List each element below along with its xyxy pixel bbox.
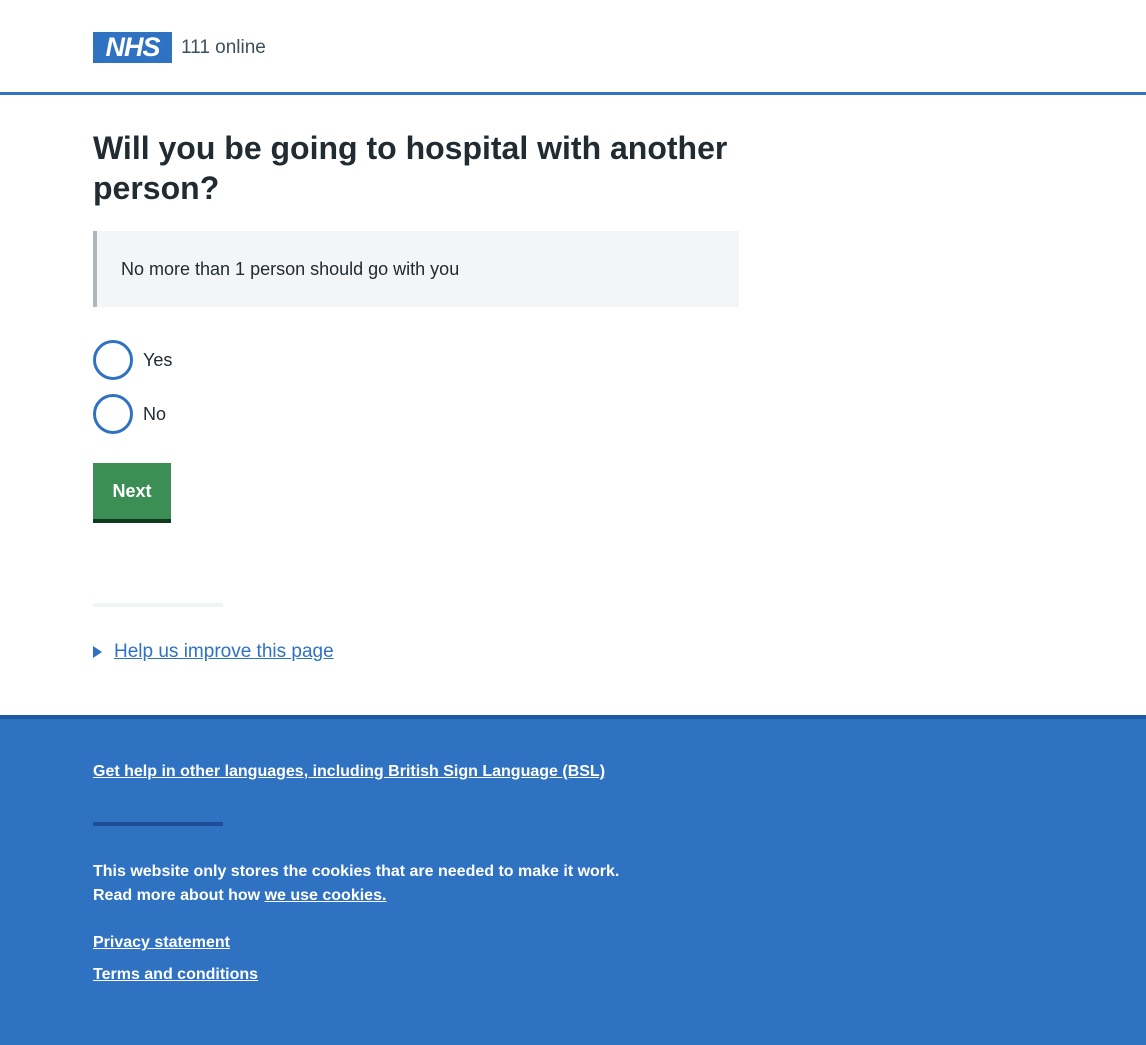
radio-option-no[interactable]: No — [93, 394, 166, 434]
terms-conditions-link[interactable]: Terms and conditions — [93, 966, 258, 984]
nhs-logo: NHS — [93, 32, 172, 63]
main-content: Will you be going to hospital with anoth… — [93, 128, 739, 208]
next-button[interactable]: Next — [93, 463, 171, 519]
radio-label-no[interactable]: No — [143, 404, 166, 425]
radio-option-yes[interactable]: Yes — [93, 340, 172, 380]
page-title: Will you be going to hospital with anoth… — [93, 130, 728, 206]
section-divider — [93, 603, 223, 607]
feedback-details[interactable]: Help us improve this page — [93, 641, 334, 663]
site-footer: Get help in other languages, including B… — [0, 715, 1146, 1045]
site-header: NHS 111 online — [0, 0, 1146, 95]
other-languages-link[interactable]: Get help in other languages, including B… — [93, 763, 605, 781]
cookie-notice-text: This website only stores the cookies tha… — [93, 863, 620, 880]
help-improve-link[interactable]: Help us improve this page — [114, 641, 334, 663]
privacy-statement-link[interactable]: Privacy statement — [93, 934, 230, 952]
cookie-notice-prefix: Read more about how — [93, 887, 265, 904]
radio-label-yes[interactable]: Yes — [143, 350, 172, 371]
inset-text-content: No more than 1 person should go with you — [121, 258, 460, 279]
inset-text: No more than 1 person should go with you — [93, 231, 739, 307]
cookies-link[interactable]: we use cookies. — [265, 887, 387, 904]
expand-triangle-icon[interactable] — [93, 646, 102, 658]
service-name: 111 online — [181, 36, 266, 58]
cookie-notice-line2: Read more about how we use cookies. — [93, 887, 386, 905]
radio-button-no[interactable] — [93, 394, 133, 434]
radio-button-yes[interactable] — [93, 340, 133, 380]
header-logo-link[interactable]: NHS 111 online — [93, 32, 266, 63]
footer-divider — [93, 822, 223, 826]
